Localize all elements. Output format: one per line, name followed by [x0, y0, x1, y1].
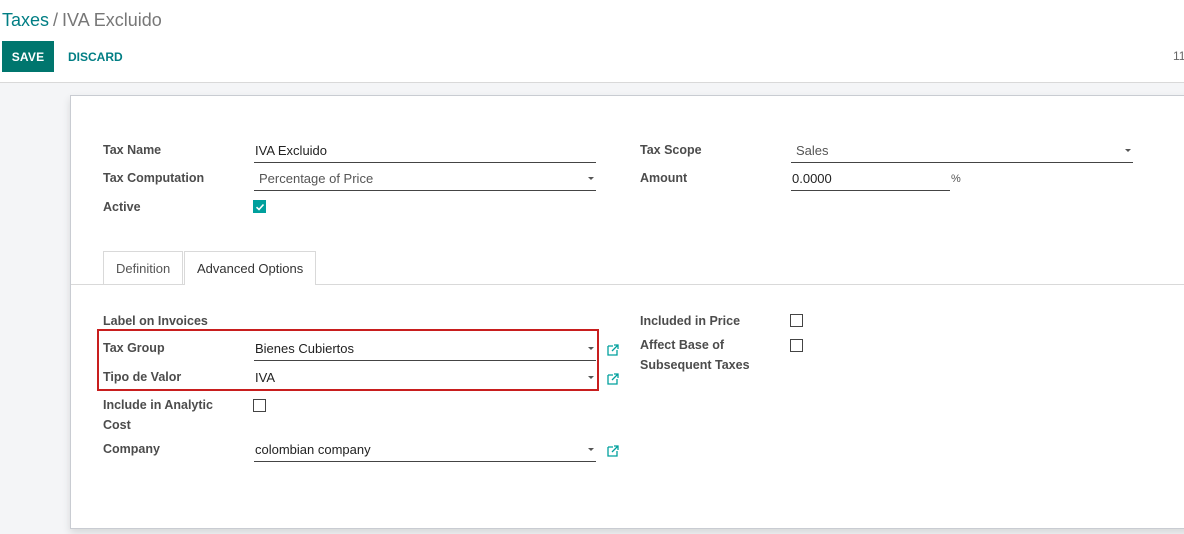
affect-base-label-line2: Subsequent Taxes: [640, 358, 750, 372]
include-analytic-label-line2: Cost: [103, 418, 131, 432]
tab-advanced-options[interactable]: Advanced Options: [184, 251, 317, 285]
tax-name-label: Tax Name: [103, 143, 162, 157]
breadcrumb-taxes-link[interactable]: Taxes: [2, 10, 49, 30]
form-sheet: Tax Name IVA Excluido Tax Computation Pe…: [70, 95, 1184, 529]
active-tab-gap: [185, 283, 315, 286]
include-analytic-label-line1: Include in Analytic: [103, 398, 213, 412]
tax-scope-select[interactable]: Sales: [791, 139, 1133, 163]
include-analytic-checkbox[interactable]: [253, 399, 266, 412]
company-select[interactable]: colombian company: [254, 438, 596, 462]
active-checkbox[interactable]: [253, 200, 266, 213]
chevron-down-icon: [588, 448, 594, 451]
discard-button[interactable]: DISCARD: [62, 41, 129, 72]
tax-computation-value: Percentage of Price: [259, 171, 374, 186]
breadcrumb-separator: /: [53, 10, 59, 30]
tax-computation-label: Tax Computation: [103, 171, 205, 185]
highlight-box: [97, 329, 599, 391]
label-on-invoices-label: Label on Invoices: [103, 314, 208, 328]
company-value: colombian company: [255, 442, 371, 457]
external-link-icon[interactable]: [606, 444, 620, 458]
control-panel: Taxes / IVA Excluido SAVE DISCARD 11: [0, 0, 1184, 83]
external-link-icon[interactable]: [606, 372, 620, 386]
affect-base-label-line1: Affect Base of: [640, 338, 725, 352]
tax-scope-value: Sales: [796, 143, 829, 158]
affect-base-checkbox[interactable]: [790, 339, 803, 352]
active-label: Active: [103, 200, 141, 214]
included-in-price-checkbox[interactable]: [790, 314, 803, 327]
included-in-price-label: Included in Price: [640, 314, 741, 328]
tax-computation-select[interactable]: Percentage of Price: [254, 167, 596, 191]
company-label: Company: [103, 442, 160, 456]
tab-definition[interactable]: Definition: [103, 251, 184, 285]
tax-scope-label: Tax Scope: [640, 143, 702, 157]
breadcrumb: Taxes / IVA Excluido: [2, 9, 162, 31]
chevron-down-icon: [1125, 149, 1131, 152]
amount-input[interactable]: 0.0000: [791, 167, 950, 191]
breadcrumb-current: IVA Excluido: [62, 10, 162, 30]
chevron-down-icon: [588, 177, 594, 180]
external-link-icon[interactable]: [606, 343, 620, 357]
save-button[interactable]: SAVE: [2, 41, 54, 72]
tax-name-input[interactable]: IVA Excluido: [254, 139, 596, 163]
checkmark-icon: [255, 203, 265, 211]
pager-value[interactable]: 11: [1173, 49, 1184, 63]
amount-unit: %: [951, 173, 961, 185]
amount-label: Amount: [640, 171, 688, 185]
